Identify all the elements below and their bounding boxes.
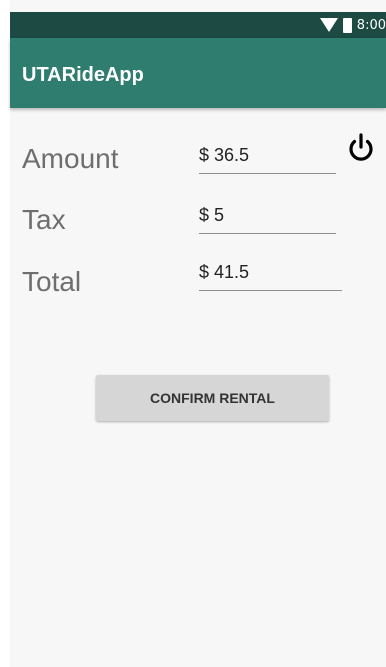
power-icon[interactable] <box>344 132 378 166</box>
app-bar: UTARideApp <box>10 38 386 108</box>
tax-field[interactable]: $ 5 <box>199 205 336 234</box>
amount-label: Amount <box>22 143 119 174</box>
battery-icon <box>342 17 352 33</box>
app-title: UTARideApp <box>22 64 144 86</box>
status-time: 8:00 <box>356 17 386 33</box>
wifi-icon <box>319 18 338 32</box>
total-label: Total <box>22 266 82 297</box>
total-field[interactable]: $ 41.5 <box>199 262 342 291</box>
left-edge <box>0 0 10 667</box>
confirm-rental-button[interactable]: CONFIRM RENTAL <box>96 375 329 421</box>
tax-label: Tax <box>22 204 66 235</box>
screen: 8:00 UTARideApp Amount $ 36.5 Tax $ 5 To… <box>0 0 386 667</box>
amount-field[interactable]: $ 36.5 <box>199 145 336 174</box>
status-bar: 8:00 <box>10 12 386 38</box>
status-icons: 8:00 <box>319 15 386 35</box>
